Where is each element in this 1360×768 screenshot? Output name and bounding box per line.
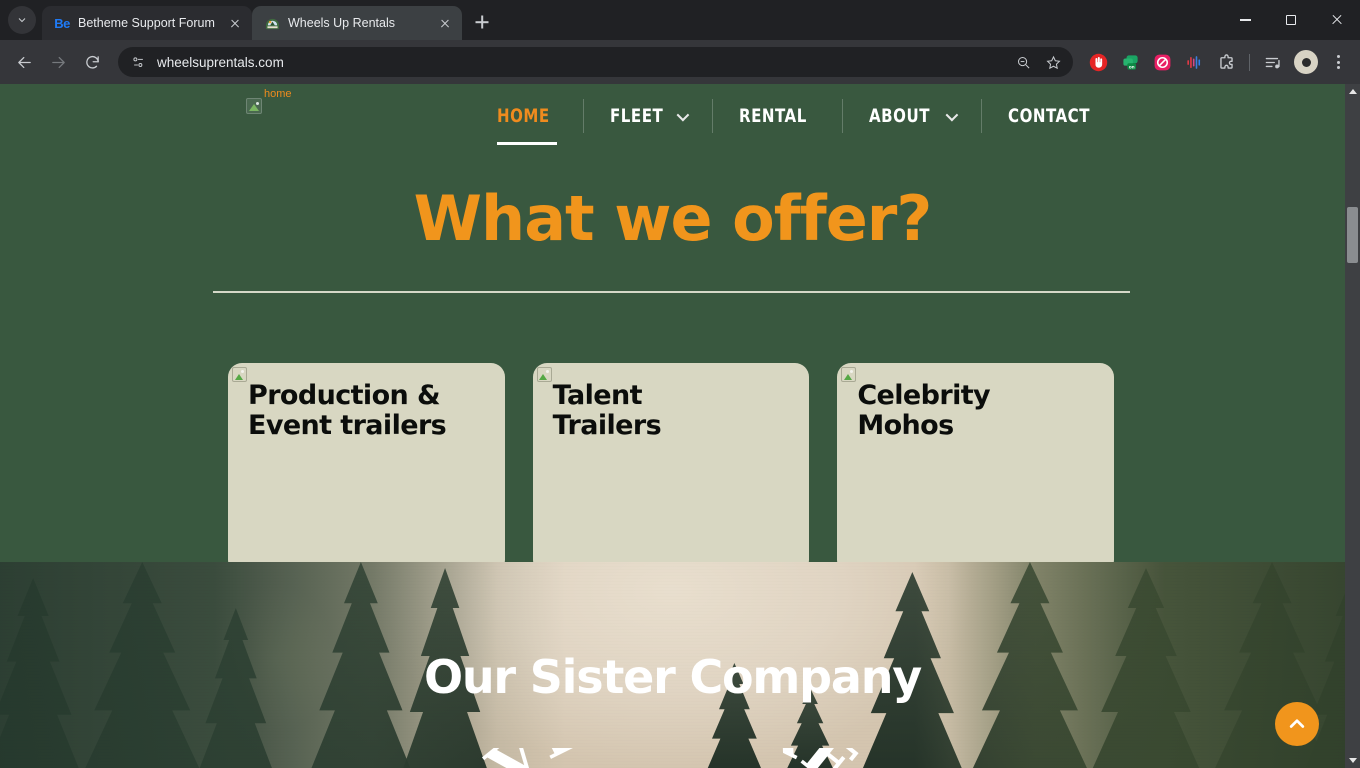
site-settings-icon[interactable]: [128, 52, 148, 72]
page-viewport: home HOME FLEET RENTAL ABOUT CONTACT Wha…: [0, 84, 1360, 768]
broken-image-icon: [246, 98, 262, 114]
card-title: Production & Event trailers: [248, 380, 447, 441]
offer-cards: Production & Event trailers Talent Trail…: [228, 363, 1115, 574]
tab-title: Betheme Support Forum: [78, 16, 215, 30]
tab-title: Wheels Up Rentals: [288, 16, 395, 30]
toolbar-divider: [1249, 53, 1250, 71]
page-scrollbar[interactable]: [1345, 84, 1360, 768]
nav-label: FLEET: [609, 105, 664, 127]
tab-strip: Be Betheme Support Forum Wheels Up Renta…: [0, 0, 1360, 40]
sister-company-section: Our Sister Company VENTURE: [0, 562, 1345, 768]
offer-card-celebrity-mohos[interactable]: Celebrity Mohos: [837, 363, 1115, 574]
broken-image-icon: [232, 367, 247, 382]
broken-image-icon: [841, 367, 857, 382]
scrollbar-thumb[interactable]: [1347, 207, 1358, 263]
browser-toolbar: wheelsuprentals.com on: [0, 40, 1360, 84]
close-icon[interactable]: [226, 14, 244, 32]
back-arrow-icon[interactable]: [8, 46, 40, 78]
tab-search-icon[interactable]: [8, 6, 36, 34]
nav-label: CONTACT: [1007, 105, 1090, 127]
scroll-down-arrow[interactable]: [1345, 753, 1360, 768]
new-tab-button[interactable]: [468, 8, 496, 36]
offer-card-talent-trailers[interactable]: Talent Trailers: [532, 363, 810, 574]
logo-alt-text: home: [264, 88, 292, 100]
section-divider: [213, 291, 1130, 293]
nav-item-contact[interactable]: CONTACT: [980, 99, 1127, 133]
sister-company-title: Our Sister Company: [423, 650, 922, 704]
website-content: home HOME FLEET RENTAL ABOUT CONTACT Wha…: [0, 84, 1345, 768]
browser-tab-betheme-support-forum[interactable]: Be Betheme Support Forum: [42, 6, 252, 40]
maximize-button[interactable]: [1268, 0, 1314, 40]
wheels-up-logo-icon: [264, 15, 280, 31]
audio-waveform-icon[interactable]: [1180, 48, 1208, 76]
svg-text:on: on: [1128, 65, 1134, 70]
window-close-button[interactable]: [1314, 0, 1360, 40]
card-title: Celebrity Mohos: [857, 380, 991, 441]
back-to-top-button[interactable]: [1275, 702, 1319, 746]
site-header: home HOME FLEET RENTAL ABOUT CONTACT: [0, 84, 1345, 148]
chevron-down-icon: [676, 108, 690, 121]
nav-item-about[interactable]: ABOUT: [842, 99, 980, 133]
browser-window: Be Betheme Support Forum Wheels Up Renta…: [0, 0, 1360, 768]
forward-arrow-icon[interactable]: [42, 46, 74, 78]
active-nav-underline: [496, 142, 557, 145]
nav-label: HOME: [496, 105, 550, 127]
venture-logo: VENTURE: [0, 748, 1345, 768]
nav-item-rental[interactable]: RENTAL: [712, 99, 842, 133]
main-navigation: HOME FLEET RENTAL ABOUT CONTACT: [471, 84, 1127, 148]
offer-section-title: What we offer?: [413, 182, 933, 255]
adblock-icon[interactable]: [1148, 48, 1176, 76]
browser-tab-wheels-up-rentals[interactable]: Wheels Up Rentals: [252, 6, 462, 40]
site-logo[interactable]: home: [246, 88, 292, 114]
playlist-icon[interactable]: [1259, 48, 1287, 76]
scroll-up-arrow[interactable]: [1345, 84, 1360, 99]
nav-label: ABOUT: [869, 105, 931, 127]
nav-label: RENTAL: [739, 105, 808, 127]
star-icon[interactable]: [1039, 48, 1067, 76]
address-bar[interactable]: wheelsuprentals.com: [118, 47, 1073, 77]
ublock-origin-icon[interactable]: [1084, 48, 1112, 76]
window-controls: [1222, 0, 1360, 40]
omnibox-actions: [1009, 48, 1067, 76]
close-icon[interactable]: [436, 14, 454, 32]
broken-image-icon: [536, 367, 552, 382]
url-text: wheelsuprentals.com: [157, 54, 284, 70]
offer-card-production-event-trailers[interactable]: Production & Event trailers: [228, 363, 505, 574]
zoom-out-icon[interactable]: [1009, 48, 1037, 76]
nav-item-home[interactable]: HOME: [471, 99, 583, 145]
profile-avatar[interactable]: [1294, 50, 1318, 74]
nav-item-fleet[interactable]: FLEET: [582, 99, 713, 133]
card-title: Talent Trailers: [552, 380, 662, 441]
venture-logo-text: VENTURE: [474, 748, 870, 768]
be-logo-icon: Be: [54, 15, 70, 31]
chevron-down-icon: [945, 108, 959, 121]
kebab-menu-icon[interactable]: [1324, 48, 1352, 76]
extensions-puzzle-icon[interactable]: [1212, 48, 1240, 76]
minimize-button[interactable]: [1222, 0, 1268, 40]
talk-bubble-on-icon[interactable]: on: [1116, 48, 1144, 76]
reload-icon[interactable]: [76, 46, 108, 78]
